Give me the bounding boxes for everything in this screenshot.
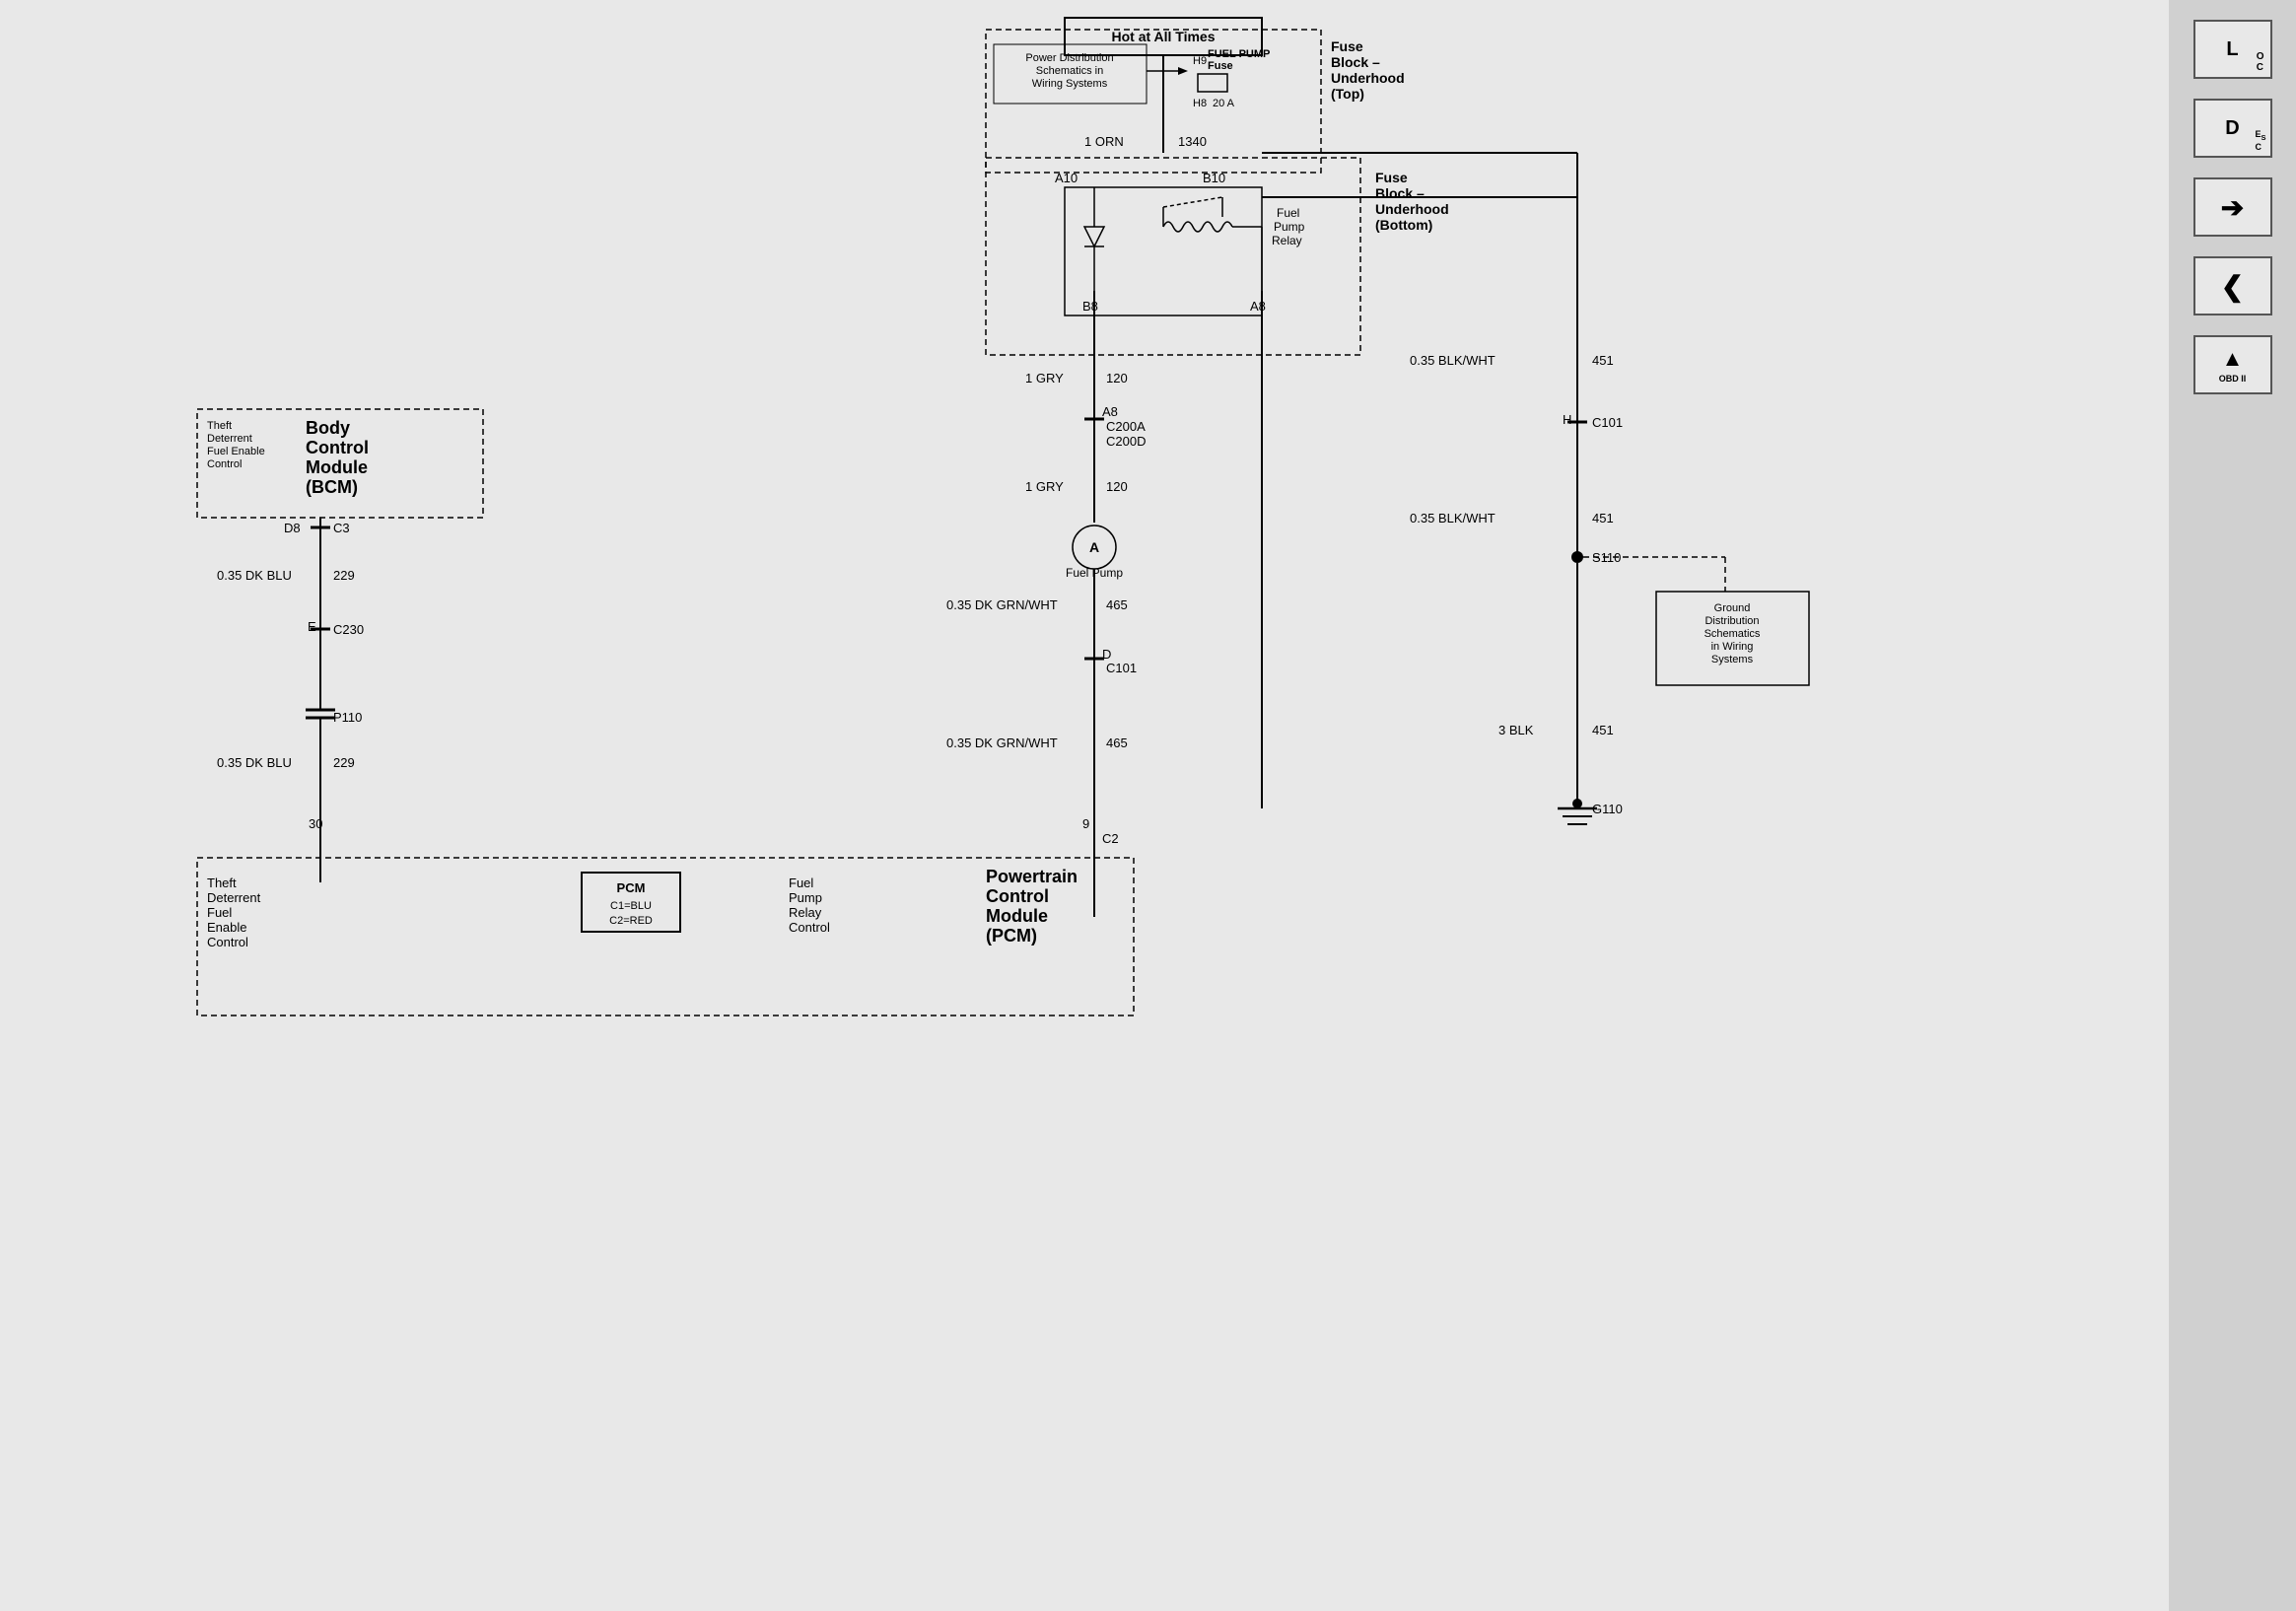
svg-text:Pump: Pump [1274, 220, 1305, 234]
fuse-block-bottom-label: Fuse [1375, 170, 1408, 185]
svg-text:C200D: C200D [1106, 434, 1146, 449]
svg-text:Wiring Systems: Wiring Systems [1032, 78, 1108, 90]
svg-text:0.35 DK GRN/WHT: 0.35 DK GRN/WHT [946, 735, 1058, 750]
svg-text:Deterrent: Deterrent [207, 890, 261, 905]
svg-text:(Top): (Top) [1331, 86, 1364, 102]
svg-text:Systems: Systems [1711, 654, 1754, 665]
svg-text:(Bottom): (Bottom) [1375, 217, 1432, 233]
svg-text:Fuse: Fuse [1208, 60, 1233, 72]
svg-text:(BCM): (BCM) [306, 477, 358, 497]
svg-text:0.35 BLK/WHT: 0.35 BLK/WHT [1410, 353, 1496, 368]
power-dist-text: Power Distribution [1025, 52, 1113, 64]
svg-text:Underhood: Underhood [1375, 201, 1449, 217]
svg-text:Theft: Theft [207, 876, 237, 890]
fuse-block-top-label: Fuse [1331, 38, 1363, 54]
svg-text:Distribution: Distribution [1705, 615, 1759, 627]
svg-text:Module: Module [986, 906, 1048, 926]
svg-text:451: 451 [1592, 353, 1614, 368]
svg-text:Block –: Block – [1375, 185, 1425, 201]
svg-text:229: 229 [333, 755, 355, 770]
svg-text:Relay: Relay [1272, 234, 1302, 247]
forward-button[interactable]: ➔ [2193, 177, 2272, 237]
svg-text:C2: C2 [1102, 831, 1119, 846]
svg-text:in Wiring: in Wiring [1711, 641, 1754, 653]
svg-text:C101: C101 [1592, 415, 1623, 430]
svg-text:C2=RED: C2=RED [609, 915, 653, 927]
svg-text:C3: C3 [333, 521, 350, 535]
svg-text:1 GRY: 1 GRY [1025, 479, 1064, 494]
svg-text:Schematics: Schematics [1705, 628, 1761, 640]
desc-button[interactable]: D ESC [2193, 99, 2272, 158]
svg-text:H9: H9 [1193, 55, 1207, 67]
loc-button[interactable]: L OC [2193, 20, 2272, 79]
back-button[interactable]: ❮ [2193, 256, 2272, 315]
svg-text:Relay: Relay [789, 905, 822, 920]
svg-text:G110: G110 [1592, 802, 1623, 816]
svg-text:465: 465 [1106, 735, 1128, 750]
sidebar: L OC D ESC ➔ ❮ ▲ OBD II [2169, 0, 2296, 1611]
diagram-area: Hot at All Times Power Distribution Sche… [0, 0, 2169, 1611]
svg-text:9: 9 [1082, 816, 1089, 831]
svg-text:Ground: Ground [1714, 602, 1751, 614]
svg-text:20 A: 20 A [1213, 98, 1235, 109]
svg-text:1 ORN: 1 ORN [1084, 134, 1124, 149]
svg-text:0.35 DK BLU: 0.35 DK BLU [217, 755, 292, 770]
hot-at-all-times-label: Hot at All Times [1111, 29, 1215, 44]
svg-text:0.35 DK BLU: 0.35 DK BLU [217, 568, 292, 583]
svg-text:1 GRY: 1 GRY [1025, 371, 1064, 385]
svg-text:P110: P110 [333, 710, 362, 725]
svg-text:120: 120 [1106, 371, 1128, 385]
svg-text:H8: H8 [1193, 98, 1207, 109]
svg-text:A: A [1089, 539, 1099, 555]
pcm-label: Powertrain [986, 867, 1078, 886]
svg-text:465: 465 [1106, 597, 1128, 612]
svg-text:Control: Control [207, 458, 242, 470]
svg-text:C230: C230 [333, 622, 364, 637]
svg-text:Pump: Pump [789, 890, 822, 905]
svg-text:Fuel: Fuel [1277, 206, 1299, 220]
bcm-label: Body [306, 418, 350, 438]
svg-text:C1=BLU: C1=BLU [610, 900, 652, 912]
svg-text:0.35 DK GRN/WHT: 0.35 DK GRN/WHT [946, 597, 1058, 612]
svg-text:Fuel: Fuel [207, 905, 232, 920]
svg-text:Deterrent: Deterrent [207, 433, 252, 445]
svg-text:B8: B8 [1082, 299, 1098, 314]
svg-text:Fuel: Fuel [789, 876, 813, 890]
svg-text:A8: A8 [1250, 299, 1266, 314]
svg-text:Block –: Block – [1331, 54, 1380, 70]
svg-text:D8: D8 [284, 521, 301, 535]
obd2-button[interactable]: ▲ OBD II [2193, 335, 2272, 394]
svg-text:Theft: Theft [207, 420, 232, 432]
svg-text:PCM: PCM [617, 880, 646, 895]
svg-text:Control: Control [306, 438, 369, 457]
svg-text:C101: C101 [1106, 661, 1137, 675]
svg-text:1340: 1340 [1178, 134, 1207, 149]
svg-text:Control: Control [789, 920, 830, 935]
svg-text:Control: Control [986, 886, 1049, 906]
svg-text:Control: Control [207, 935, 248, 949]
svg-text:Module: Module [306, 457, 368, 477]
svg-text:229: 229 [333, 568, 355, 583]
svg-text:Enable: Enable [207, 920, 246, 935]
svg-text:A8: A8 [1102, 404, 1118, 419]
svg-text:H: H [1563, 412, 1571, 427]
svg-text:Underhood: Underhood [1331, 70, 1405, 86]
svg-text:Schematics in: Schematics in [1036, 65, 1103, 77]
svg-text:451: 451 [1592, 723, 1614, 737]
svg-text:120: 120 [1106, 479, 1128, 494]
svg-text:E: E [308, 619, 316, 634]
svg-text:C200A: C200A [1106, 419, 1146, 434]
svg-text:3 BLK: 3 BLK [1498, 723, 1534, 737]
svg-text:A10: A10 [1055, 171, 1078, 185]
svg-text:B10: B10 [1203, 171, 1225, 185]
svg-text:FUEL PUMP: FUEL PUMP [1208, 48, 1270, 60]
svg-text:(PCM): (PCM) [986, 926, 1037, 946]
svg-text:451: 451 [1592, 511, 1614, 525]
svg-text:0.35 BLK/WHT: 0.35 BLK/WHT [1410, 511, 1496, 525]
svg-text:Fuel Enable: Fuel Enable [207, 446, 265, 457]
